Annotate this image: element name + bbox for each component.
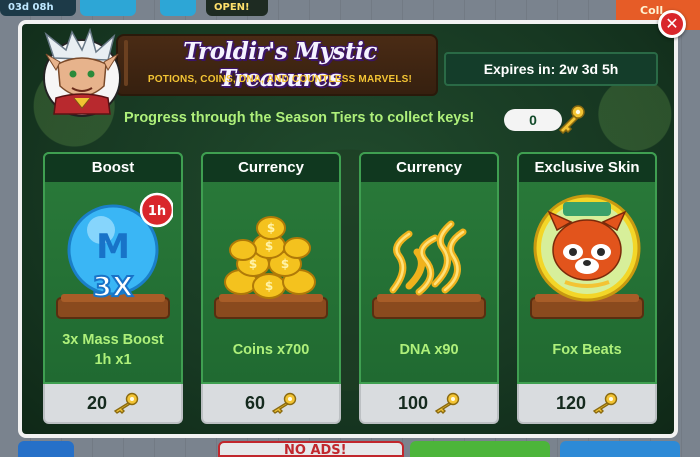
svg-text:$: $ <box>265 279 273 293</box>
close-button[interactable]: ✕ <box>658 10 686 38</box>
top-tab-button[interactable] <box>160 0 196 16</box>
top-tab-button[interactable] <box>80 0 136 16</box>
reward-card-boost[interactable]: Boost M 3X 1h 3x Mass Boost 1h x1 20 <box>43 152 183 424</box>
card-label-line: Coins x700 <box>232 342 310 358</box>
card-price-button[interactable]: 120 <box>517 384 657 424</box>
card-label: Coins x700 <box>207 330 335 360</box>
bottom-button[interactable] <box>560 441 680 457</box>
card-label: DNA x90 <box>365 330 493 360</box>
coins-pile-icon: $ $ $ $ $ <box>214 216 328 319</box>
expires-timer: Expires in: 2w 3d 5h <box>444 52 658 86</box>
dna-pile-icon <box>372 220 486 319</box>
card-label-line: Fox Beats <box>552 342 622 358</box>
open-tab[interactable]: OPEN! <box>206 0 268 16</box>
event-timer-tab[interactable]: 03d 08h <box>0 0 76 16</box>
reward-card-coins[interactable]: Currency $ $ $ $ $ Coins x700 60 <box>201 152 341 424</box>
key-icon <box>592 392 618 414</box>
svg-text:$: $ <box>267 221 275 235</box>
svg-text:$: $ <box>265 239 273 253</box>
key-icon <box>558 105 585 134</box>
duration-badge: 1h <box>148 204 166 219</box>
card-price-button[interactable]: 100 <box>359 384 499 424</box>
bottom-button[interactable] <box>410 441 550 457</box>
reward-card-dna[interactable]: Currency DNA x90 100 <box>359 152 499 424</box>
key-icon <box>113 392 139 414</box>
troldir-avatar-icon <box>43 28 121 117</box>
card-category: Boost <box>43 152 183 182</box>
bottom-button[interactable] <box>18 441 74 457</box>
svg-text:$: $ <box>281 257 289 271</box>
price-value: 20 <box>86 392 108 413</box>
card-label: 3x Mass Boost 1h x1 <box>49 330 177 370</box>
card-label-line: DNA x90 <box>399 342 459 358</box>
card-label: Fox Beats <box>523 330 651 360</box>
no-ads-button[interactable]: NO ADS! <box>218 441 404 457</box>
price-value: 100 <box>397 392 429 413</box>
reward-card-skin[interactable]: Exclusive Skin Fox Beats 120 <box>517 152 657 424</box>
card-category: Currency <box>201 152 341 182</box>
title-banner: Troldir's Mystic Treasures POTIONS, COIN… <box>116 34 438 96</box>
mass-boost-icon: M 3X 1h <box>56 192 173 319</box>
card-category: Exclusive Skin <box>517 152 657 182</box>
boost-letter: M <box>96 227 130 267</box>
modal-subtitle: POTIONS, COINS, DNA, AND COUNTLESS MARVE… <box>147 74 413 85</box>
card-label-line: 1h x1 <box>94 352 132 368</box>
key-icon <box>434 392 460 414</box>
price-value: 120 <box>555 392 587 413</box>
card-price-button[interactable]: 60 <box>201 384 341 424</box>
boost-multiplier: 3X <box>92 270 133 303</box>
svg-text:$: $ <box>249 257 257 271</box>
card-price-button[interactable]: 20 <box>43 384 183 424</box>
price-value: 60 <box>244 392 266 413</box>
card-label-line: 3x Mass Boost <box>62 332 164 348</box>
fox-skin-icon <box>530 194 644 319</box>
progress-instruction: Progress through the Season Tiers to col… <box>124 110 475 126</box>
no-ads-label: NO ADS! <box>284 443 347 457</box>
key-icon <box>271 392 297 414</box>
card-category: Currency <box>359 152 499 182</box>
keys-counter: 0 <box>504 109 562 131</box>
